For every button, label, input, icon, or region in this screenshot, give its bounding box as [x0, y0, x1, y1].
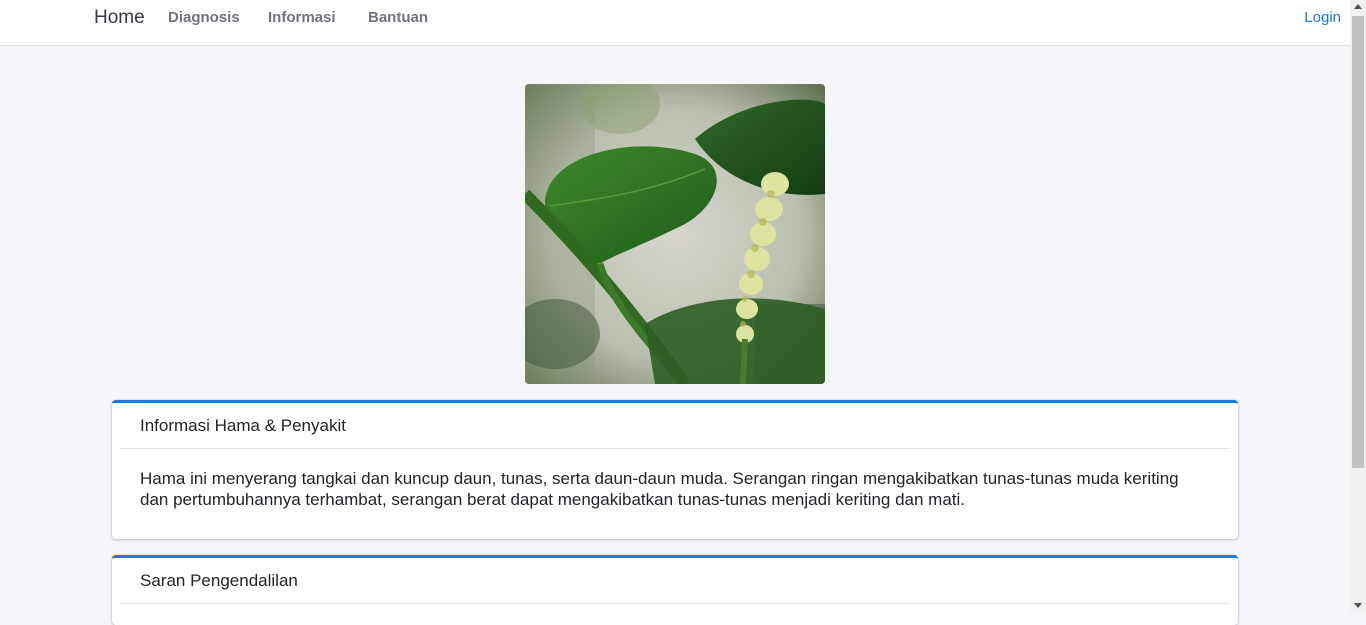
- info-card-title: Informasi Hama & Penyakit: [120, 403, 1230, 449]
- info-card: Informasi Hama & Penyakit Hama ini menye…: [112, 400, 1238, 539]
- control-advice-title: Saran Pengendalilan: [120, 558, 1230, 604]
- info-card-body: Hama ini menyerang tangkai dan kuncup da…: [140, 469, 1179, 509]
- nav-bantuan[interactable]: Bantuan: [368, 9, 428, 27]
- nav-diagnosis[interactable]: Diagnosis: [168, 9, 240, 27]
- login-link[interactable]: Login: [1304, 9, 1341, 27]
- plant-photo-illustration: [525, 84, 825, 384]
- home-link[interactable]: Home: [94, 6, 145, 30]
- control-advice-card: Saran Pengendalilan: [112, 555, 1238, 625]
- scroll-up-arrow-icon[interactable]: [1354, 4, 1362, 9]
- nav-informasi[interactable]: Informasi: [268, 9, 336, 27]
- scroll-thumb[interactable]: [1352, 16, 1364, 468]
- scroll-down-arrow-icon[interactable]: [1354, 603, 1362, 608]
- top-navbar: Home Diagnosis Informasi Bantuan Login: [0, 0, 1350, 46]
- vertical-scrollbar[interactable]: [1350, 0, 1366, 612]
- pest-image: [525, 84, 825, 384]
